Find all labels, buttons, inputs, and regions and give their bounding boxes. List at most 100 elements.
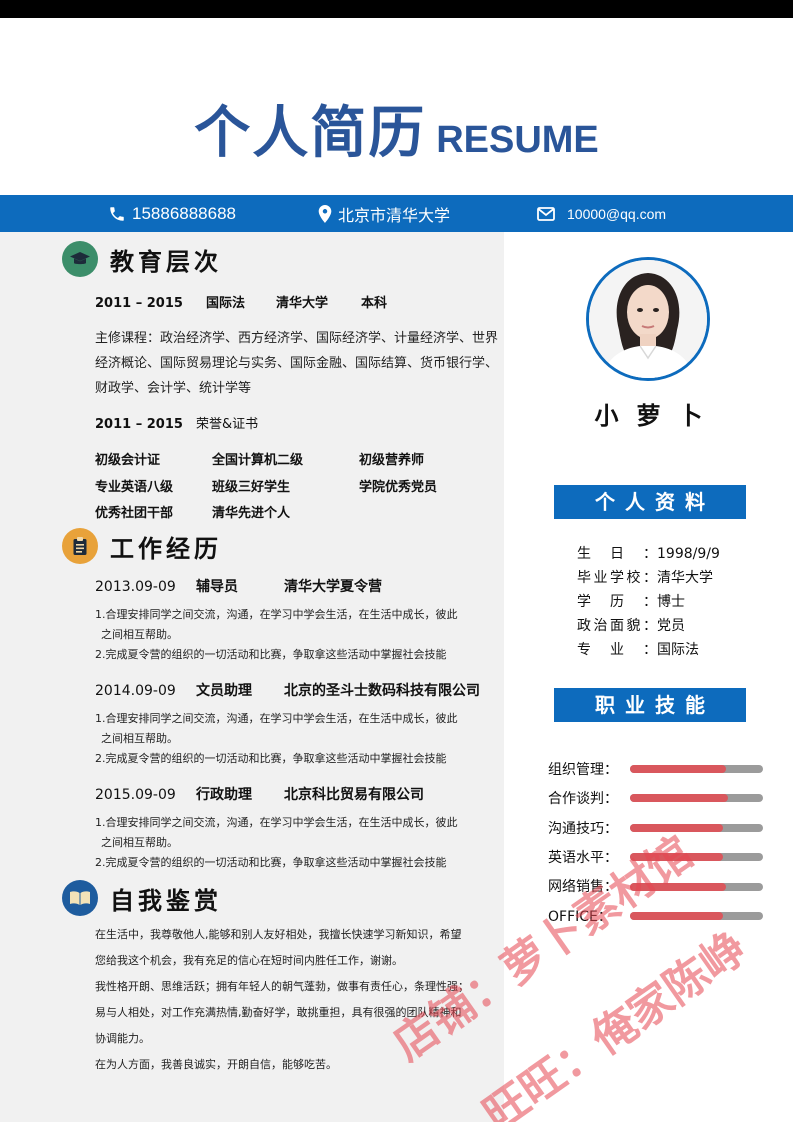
self-line: 您给我这个机会，我有充足的信心在短时间内胜任工作，谢谢。	[95, 954, 403, 967]
info-value: 清华大学	[657, 570, 713, 586]
skill-label: 组织管理：	[548, 762, 618, 778]
education-title: 教育层次	[110, 247, 222, 276]
cert-item: 全国计算机二级	[212, 453, 304, 468]
address-text: 北京市清华大学	[338, 205, 451, 225]
edu-courses: 主修课程：政治经济学、西方经济学、国际经济学、计量经济学、世界经济概论、国际贸易…	[95, 331, 499, 396]
skill-bar-fill	[630, 824, 724, 832]
info-row: 专业：国际法	[577, 639, 699, 659]
job-desc-line: 2.完成夏令营的组织的一切活动和比赛，争取拿这些活动中掌握社会技能	[95, 648, 447, 661]
skill-label: 网络销售：	[548, 879, 618, 895]
skill-bar	[630, 912, 763, 920]
self-evaluation-text: 在生活中，我尊敬他人,能够和别人友好相处，我擅长快速学习新知识，希望 您给我这个…	[95, 922, 497, 1078]
cert-item: 初级会计证	[95, 453, 161, 468]
skill-label: 沟通技巧：	[548, 821, 618, 837]
job-company: 北京的圣斗士数码科技有限公司	[284, 683, 480, 699]
portrait-image	[589, 260, 707, 378]
skill-label: OFFICE：	[548, 909, 612, 925]
job-desc-line: 1.合理安排同学之间交流，沟通，在学习中学会生活，在生活中成长，彼此	[95, 608, 458, 621]
skill-bar	[630, 794, 763, 802]
info-row: 生日：1998/9/9	[577, 543, 720, 563]
personal-info-title: 个人资料	[554, 485, 746, 519]
profile-photo	[586, 257, 710, 381]
info-key: 专业：	[577, 642, 657, 658]
skill-label: 英语水平：	[548, 850, 618, 866]
info-key: 政治面貌：	[577, 618, 657, 634]
skills-title: 职业技能	[554, 688, 746, 722]
watermark-wangwang: 旺旺：俺家陈峥	[474, 922, 756, 1122]
contact-address: 北京市清华大学	[318, 195, 450, 232]
title-chinese: 个人简历	[194, 101, 427, 166]
self-line: 在生活中，我尊敬他人,能够和别人友好相处，我擅长快速学习新知识，希望	[95, 928, 462, 941]
cert-item: 专业英语八级	[95, 480, 174, 495]
edu-school: 清华大学	[276, 296, 329, 311]
education-heading: 教育层次	[62, 241, 222, 277]
job-header: 2014.09-09 文员助理 北京的圣斗士数码科技有限公司	[95, 680, 480, 700]
info-row: 政治面貌：党员	[577, 615, 685, 635]
education-row-degree: 2011 – 2015 国际法 清华大学 本科	[95, 292, 387, 311]
open-book-icon	[62, 880, 98, 916]
job-desc-line: 1.合理安排同学之间交流，沟通，在学习中学会生活，在生活中成长，彼此	[95, 816, 458, 829]
edu-major: 国际法	[206, 296, 246, 311]
skill-bar-fill	[630, 794, 729, 802]
info-key: 生日：	[577, 546, 657, 562]
honors-label: 荣誉&证书	[196, 417, 259, 432]
skill-bar	[630, 853, 763, 861]
job-company: 北京科比贸易有限公司	[284, 787, 424, 803]
phone-icon	[110, 206, 124, 221]
page-title: 个人简历 RESUME	[0, 88, 793, 169]
skill-bar	[630, 883, 763, 891]
info-value: 国际法	[657, 642, 699, 658]
job-desc-line: 之间相互帮助。	[101, 732, 178, 745]
skill-bar	[630, 824, 763, 832]
location-pin-icon	[318, 204, 332, 223]
job-date: 2013.09-09	[95, 579, 176, 595]
cert-item: 初级营养师	[359, 453, 425, 468]
person-name: 小萝卜	[594, 402, 721, 430]
job-role: 文员助理	[196, 683, 252, 699]
job-description: 1.合理安排同学之间交流，沟通，在学习中学会生活，在生活中成长，彼此 之间相互帮…	[95, 813, 500, 873]
job-desc-line: 之间相互帮助。	[101, 836, 178, 849]
job-role: 行政助理	[196, 787, 252, 803]
job-desc-line: 2.完成夏令营的组织的一切活动和比赛，争取拿这些活动中掌握社会技能	[95, 856, 447, 869]
phone-number: 15886888688	[132, 203, 237, 223]
job-date: 2015.09-09	[95, 787, 176, 803]
info-key: 毕业学校：	[577, 570, 657, 586]
work-title: 工作经历	[110, 534, 222, 563]
job-description: 1.合理安排同学之间交流，沟通，在学习中学会生活，在生活中成长，彼此 之间相互帮…	[95, 709, 500, 769]
self-line: 在为人方面，我善良诚实，开朗自信，能够吃苦。	[95, 1058, 337, 1071]
edu-years: 2011 – 2015	[95, 296, 183, 311]
job-desc-line: 之间相互帮助。	[101, 628, 178, 641]
self-heading: 自我鉴赏	[62, 880, 222, 916]
info-key: 学历：	[577, 594, 657, 610]
edu-degree: 本科	[361, 296, 388, 311]
title-english: RESUME	[436, 119, 599, 161]
cert-item: 班级三好学生	[212, 480, 291, 495]
skill-bar-fill	[630, 912, 724, 920]
skill-label: 合作谈判：	[548, 791, 618, 807]
email-icon	[537, 206, 555, 221]
info-value: 党员	[657, 618, 685, 634]
education-row-honors: 2011 – 2015 荣誉&证书	[95, 413, 258, 432]
job-header: 2015.09-09 行政助理 北京科比贸易有限公司	[95, 784, 424, 804]
clipboard-icon	[62, 528, 98, 564]
self-line: 协调能力。	[95, 1032, 150, 1045]
info-value: 博士	[657, 594, 685, 610]
contact-phone: 15886888688	[108, 195, 236, 232]
self-line: 我性格开朗、思维活跃；拥有年轻人的朝气蓬勃，做事有责任心，条理性强；	[95, 980, 469, 993]
job-desc-line: 1.合理安排同学之间交流，沟通，在学习中学会生活，在生活中成长，彼此	[95, 712, 458, 725]
graduation-cap-icon	[62, 241, 98, 277]
cert-item: 清华先进个人	[212, 506, 291, 521]
self-line: 易与人相处，对工作充满热情,勤奋好学，敢挑重担，具有很强的团队精神和	[95, 1006, 462, 1019]
cert-item: 优秀社团干部	[95, 506, 174, 521]
self-title: 自我鉴赏	[110, 886, 222, 915]
info-row: 毕业学校：清华大学	[577, 567, 713, 587]
job-desc-line: 2.完成夏令营的组织的一切活动和比赛，争取拿这些活动中掌握社会技能	[95, 752, 447, 765]
skill-bar-fill	[630, 883, 726, 891]
skill-bar	[630, 765, 763, 773]
email-text: 10000@qq.com	[567, 205, 667, 222]
info-value: 1998/9/9	[657, 546, 720, 562]
contact-email: 10000@qq.com	[537, 195, 666, 232]
job-role: 辅导员	[196, 579, 238, 595]
job-description: 1.合理安排同学之间交流，沟通，在学习中学会生活，在生活中成长，彼此 之间相互帮…	[95, 605, 500, 665]
top-black-bar	[0, 0, 793, 18]
